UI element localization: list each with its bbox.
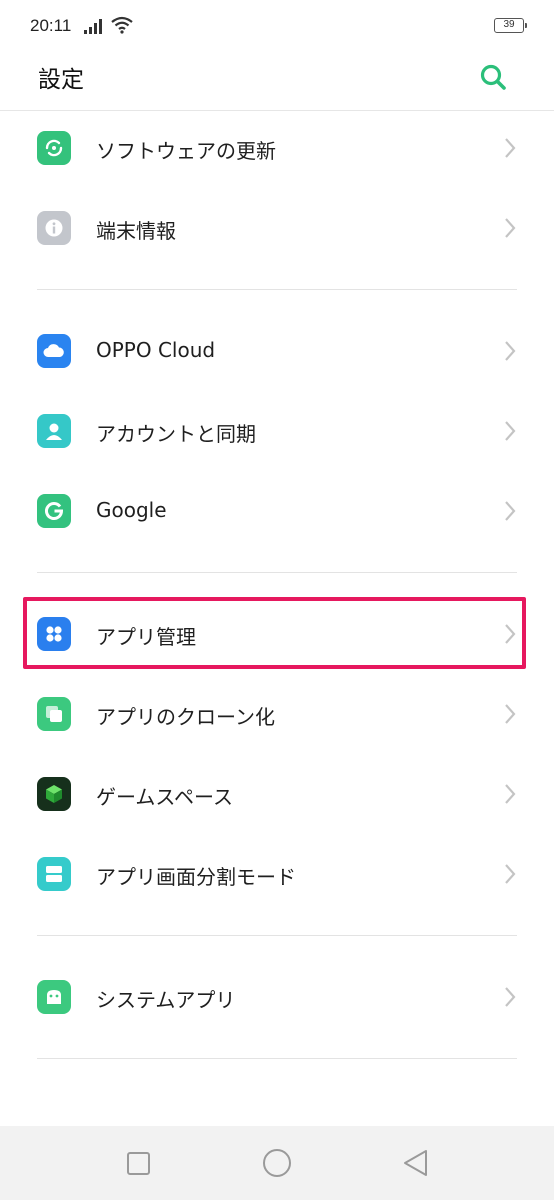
info-icon [37, 211, 71, 245]
settings-row-oppo-cloud[interactable]: OPPO Cloud [0, 311, 554, 391]
chevron-right-icon [505, 218, 516, 238]
settings-row-split-screen[interactable]: アプリ画面分割モード [0, 834, 554, 914]
cloud-icon [37, 334, 71, 368]
settings-row-game-space[interactable]: ゲームスペース [0, 754, 554, 834]
chevron-right-icon [505, 987, 516, 1007]
settings-row-software-update[interactable]: ソフトウェアの更新 [0, 108, 554, 188]
account-icon [37, 414, 71, 448]
split-screen-icon [37, 857, 71, 891]
settings-row-system-apps[interactable]: システムアプリ [0, 957, 554, 1037]
settings-row-label: ゲームスペース [96, 785, 233, 809]
settings-row-label: ソフトウェアの更新 [96, 139, 276, 163]
home-icon[interactable] [261, 1148, 293, 1178]
settings-row-device-info[interactable]: 端末情報 [0, 188, 554, 268]
section-divider [37, 289, 517, 290]
settings-row-google[interactable]: Google [0, 471, 554, 551]
wifi-icon [111, 16, 133, 34]
chevron-right-icon [505, 864, 516, 884]
settings-row-label: Google [96, 498, 167, 522]
search-icon [480, 64, 506, 90]
settings-row-label: システムアプリ [96, 988, 236, 1012]
chevron-right-icon [505, 784, 516, 804]
settings-row-app-clone[interactable]: アプリのクローン化 [0, 674, 554, 754]
settings-row-label: アカウントと同期 [96, 422, 256, 446]
chevron-right-icon [505, 704, 516, 724]
status-time: 20:11 [30, 16, 72, 35]
section-divider [37, 935, 517, 936]
back-icon[interactable] [402, 1148, 430, 1178]
app-clone-icon [37, 697, 71, 731]
chevron-right-icon [505, 421, 516, 441]
google-icon [37, 494, 71, 528]
header: 設定 [0, 52, 554, 110]
settings-row-label: 端末情報 [96, 219, 176, 243]
settings-row-label: アプリ画面分割モード [96, 865, 296, 889]
settings-row-accounts-sync[interactable]: アカウントと同期 [0, 391, 554, 471]
chevron-right-icon [505, 341, 516, 361]
navigation-bar [0, 1126, 554, 1200]
page-title: 設定 [38, 67, 84, 93]
section-divider [37, 572, 517, 573]
settings-row-label: アプリのクローン化 [96, 705, 275, 729]
search-button[interactable] [478, 62, 508, 92]
recent-apps-icon[interactable] [126, 1148, 152, 1178]
game-space-icon [37, 777, 71, 811]
highlight-frame [23, 597, 526, 669]
chevron-right-icon [505, 138, 516, 158]
section-divider [37, 1058, 517, 1059]
signal-icon [84, 19, 102, 34]
settings-row-label: OPPO Cloud [96, 338, 216, 362]
battery-indicator: 39 [494, 18, 527, 33]
software-update-icon [37, 131, 71, 165]
system-apps-icon [37, 980, 71, 1014]
chevron-right-icon [505, 501, 516, 521]
status-bar: 20:11 39 [0, 0, 554, 52]
